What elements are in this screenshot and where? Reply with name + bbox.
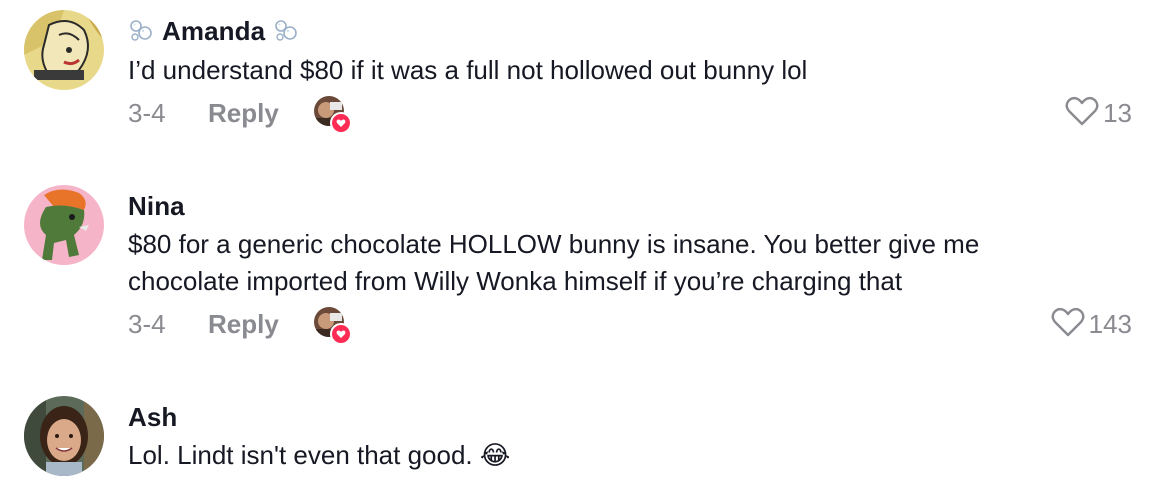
comment-meta: 3-4 Reply: [128, 304, 352, 345]
comment-text-line: chocolate imported from Willy Wonka hims…: [128, 266, 903, 296]
username-row: Nina: [128, 189, 185, 223]
like-count: 143: [1088, 308, 1132, 339]
reply-button[interactable]: Reply: [208, 309, 314, 340]
comment-text-line: Lol. Lindt isn't even that good. 😂: [128, 437, 1128, 474]
avatar[interactable]: [24, 185, 104, 265]
username[interactable]: Nina: [128, 191, 185, 222]
comment-text: $80 for a generic chocolate HOLLOW bunny…: [128, 226, 1128, 300]
reply-button[interactable]: Reply: [208, 98, 314, 129]
like-button[interactable]: 143: [1051, 304, 1132, 344]
avatar[interactable]: [24, 10, 104, 90]
liked-by-creator-badge: [314, 307, 352, 345]
bubbles-icon: [128, 18, 154, 44]
comment-text-content: Lol. Lindt isn't even that good.: [128, 440, 480, 470]
comment-date: 3-4: [128, 308, 166, 339]
comment-text-line: $80 for a generic chocolate HOLLOW bunny…: [128, 229, 980, 259]
heart-icon: [330, 323, 352, 345]
comment-item: Ash Lol. Lindt isn't even that good. 😂: [0, 392, 1162, 482]
heart-icon: [330, 112, 352, 134]
comment-text-line: I’d understand $80 if it was a full not …: [128, 55, 808, 85]
username[interactable]: Amanda: [162, 16, 265, 47]
liked-by-creator-badge: [314, 96, 352, 134]
username-row: Ash: [128, 400, 177, 434]
heart-outline-icon[interactable]: [1051, 306, 1085, 343]
comment-item: Nina $80 for a generic chocolate HOLLOW …: [0, 180, 1162, 360]
username-row: Amanda: [128, 14, 299, 48]
comment-date: 3-4: [128, 97, 166, 128]
like-count: 13: [1103, 97, 1132, 128]
like-button[interactable]: 13: [1065, 93, 1132, 133]
comment-text: I’d understand $80 if it was a full not …: [128, 52, 1128, 89]
username[interactable]: Ash: [128, 402, 177, 433]
comment-text: Lol. Lindt isn't even that good. 😂: [128, 437, 1128, 474]
heart-outline-icon[interactable]: [1065, 95, 1099, 132]
comment-meta: 3-4 Reply: [128, 93, 352, 134]
bubbles-icon: [273, 18, 299, 44]
avatar[interactable]: [24, 396, 104, 476]
tears-of-joy-emoji-icon: 😂: [479, 440, 511, 470]
comment-item: Amanda I’d understand $80 if it was a fu…: [0, 0, 1162, 160]
